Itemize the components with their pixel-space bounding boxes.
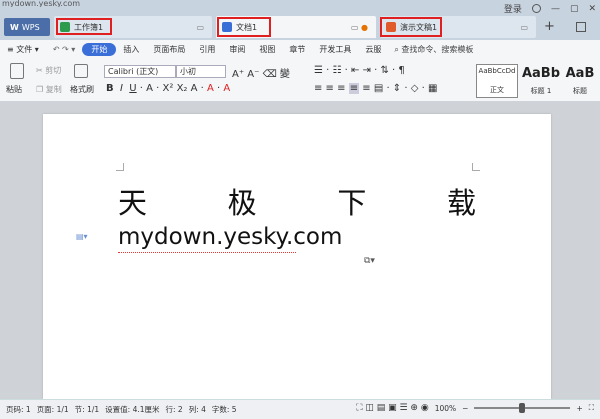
style-heading-label: 标题 [573, 87, 587, 95]
view-mode-icons[interactable]: ⛶ ◫ ▤ ▣ ☰ ⊕ ◉ [356, 403, 428, 413]
tab-layout-icon[interactable] [576, 22, 586, 32]
command-search[interactable]: ⌕ 查找命令、搜索模板 [394, 44, 473, 55]
window-controls: 登录 — ▢ ✕ [504, 2, 596, 16]
document-heading: 天 极 下 载 [118, 180, 476, 222]
menu-view[interactable]: 视图 [252, 44, 282, 55]
highlight-box-presentation [380, 17, 442, 37]
menu-review[interactable]: 审阅 [222, 44, 252, 55]
paste-icon[interactable] [10, 63, 24, 79]
status-right-controls: ⛶ ◫ ▤ ▣ ☰ ⊕ ◉ 100% − + ⛶ [356, 403, 594, 413]
zoom-out-icon[interactable]: − [462, 404, 468, 413]
list-icons[interactable]: ☰ · ☷ · ⇤ ⇥ · ⇅ · ¶ [314, 65, 405, 76]
paste-options-icon[interactable]: ⧉▾ [364, 256, 375, 266]
wps-tab-label: WPS [21, 22, 40, 32]
menu-insert[interactable]: 插入 [116, 44, 146, 55]
cut-button[interactable]: ✂ 剪切 [36, 65, 61, 76]
style-heading[interactable]: AaB 标题 [562, 64, 598, 98]
status-section: 节: 1/1 [74, 405, 100, 414]
zoom-slider-knob[interactable] [519, 403, 526, 413]
add-tab-button[interactable]: + [544, 19, 555, 34]
style-heading-preview: AaB [565, 66, 595, 81]
status-setting: 设置值: 4.1厘米 [105, 405, 160, 414]
format-painter-button[interactable]: 格式刷 [70, 84, 94, 95]
heading-char: 极 [227, 186, 257, 220]
file-menu[interactable]: ≡ 文件 ▾ [0, 44, 46, 55]
url-fragment: mydown.yesky.com [2, 0, 81, 7]
heading-char: 天 [118, 186, 148, 220]
status-word-count[interactable]: 字数: 5 [212, 404, 237, 415]
align-icons[interactable]: ≡ ≡ ≡ ≡ ≡ ▤ · ⇕ · ◇ · ▦ [314, 83, 437, 94]
undo-icon[interactable]: ↶ ↷ ▾ [46, 45, 83, 54]
menu-bar: ≡ 文件 ▾ ↶ ↷ ▾ 开始 插入 页面布局 引用 审阅 视图 章节 开发工具… [0, 40, 600, 58]
status-row: 行: 2 [165, 405, 183, 414]
font-grow-icon[interactable]: A⁺ A⁻ ⌫ 變 [232, 65, 290, 80]
zoom-slider[interactable] [474, 403, 571, 413]
style-normal[interactable]: AaBbCcDd 正文 [476, 64, 518, 98]
status-column: 列: 4 [188, 405, 206, 414]
document-page[interactable] [43, 114, 551, 399]
monitor-icon[interactable]: ▭ ● [351, 23, 368, 32]
scissors-icon: ✂ [36, 66, 46, 75]
font-name-value: Calibri (正文) [108, 67, 159, 76]
wps-home-tab[interactable]: W WPS [4, 18, 50, 36]
menu-section[interactable]: 章节 [282, 44, 312, 55]
status-page-number: 页码: 1 [6, 405, 31, 414]
paste-button[interactable]: 粘贴 [6, 84, 22, 95]
margin-corner-mark [472, 163, 480, 171]
maximize-icon[interactable]: ▢ [570, 4, 579, 14]
style-normal-preview: AaBbCcDd [478, 67, 516, 75]
heading-char: 下 [337, 186, 367, 220]
heading-char: 载 [446, 186, 476, 220]
copy-button[interactable]: ❐ 复制 [36, 84, 62, 95]
search-text: 查找命令、搜索模板 [401, 44, 474, 54]
status-bar: 页码: 1 页面: 1/1 节: 1/1 设置值: 4.1厘米 行: 2 列: … [0, 399, 600, 419]
spellcheck-underline [118, 250, 296, 253]
fit-page-icon[interactable]: ⛶ [589, 403, 594, 413]
zoom-in-icon[interactable]: + [576, 404, 582, 413]
font-format-icons[interactable]: B I U · A · X² X₂ A · A · A [106, 83, 230, 94]
menu-cloud[interactable]: 云服 [358, 44, 388, 55]
margin-corner-mark [116, 163, 124, 171]
font-size-value: 小初 [180, 67, 196, 76]
style-heading1[interactable]: AaBb 标题 1 [520, 64, 562, 98]
zoom-value[interactable]: 100% [435, 404, 456, 413]
wps-logo-icon: W [10, 22, 19, 32]
document-url-line: mydown.yesky.com [118, 224, 343, 250]
font-size-select[interactable]: 小初 [176, 65, 226, 78]
style-normal-label: 正文 [490, 86, 504, 94]
copy-icon: ❐ [36, 85, 46, 94]
menu-references[interactable]: 引用 [192, 44, 222, 55]
minimize-icon[interactable]: — [551, 4, 560, 14]
font-name-select[interactable]: Calibri (正文) [104, 65, 176, 78]
close-icon[interactable]: ✕ [588, 4, 596, 14]
style-heading1-label: 标题 1 [530, 87, 552, 95]
avatar-icon[interactable] [531, 4, 541, 13]
monitor-icon[interactable]: ▭ [520, 23, 528, 32]
highlight-box-document [217, 17, 271, 37]
menu-developer[interactable]: 开发工具 [312, 44, 358, 55]
paragraph-marker-icon[interactable]: ▤▾ [76, 232, 88, 241]
monitor-icon[interactable]: ▭ [196, 23, 204, 32]
menu-page-layout[interactable]: 页面布局 [146, 44, 192, 55]
highlight-box-spreadsheet [56, 18, 112, 35]
style-heading1-preview: AaBb [521, 66, 561, 81]
menu-start[interactable]: 开始 [82, 42, 117, 56]
login-link[interactable]: 登录 [504, 2, 522, 15]
format-painter-icon[interactable] [74, 64, 88, 78]
status-pages: 页面: 1/1 [36, 405, 69, 414]
